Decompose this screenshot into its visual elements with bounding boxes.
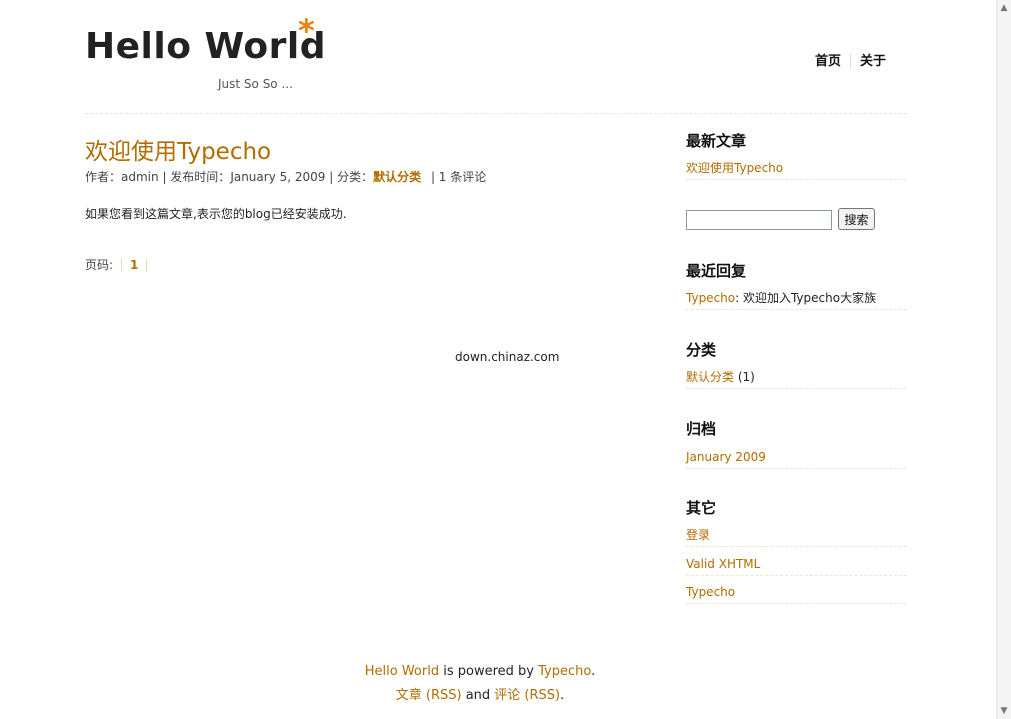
- posts-rss-link[interactable]: 文章 (RSS): [396, 688, 462, 703]
- other-item-login: 登录: [686, 524, 907, 547]
- post-body: 如果您看到这篇文章,表示您的blog已经安装成功.: [85, 207, 347, 221]
- nav-about[interactable]: 关于: [849, 54, 895, 69]
- comment-count[interactable]: | 1 条评论: [427, 170, 486, 184]
- recent-posts-heading: 最新文章: [686, 132, 747, 150]
- archive-item: January 2009: [686, 446, 907, 469]
- other-item-xhtml: Valid XHTML: [686, 553, 907, 576]
- scroll-up-arrow-icon[interactable]: ▲: [999, 2, 1009, 14]
- footer-site-link[interactable]: Hello World: [365, 664, 439, 679]
- page-1-link[interactable]: 1: [121, 258, 148, 272]
- footer-line-2: 文章 (RSS) and 评论 (RSS).: [0, 684, 960, 703]
- recent-comment-item: Typecho: 欢迎加入Typecho大家族: [686, 287, 907, 310]
- logo-asterisk: *: [298, 12, 315, 50]
- footer-typecho-link[interactable]: Typecho: [538, 664, 591, 679]
- main-nav: 首页 关于: [806, 50, 895, 69]
- nav-home[interactable]: 首页: [806, 54, 850, 69]
- recent-post-item: 欢迎使用Typecho: [686, 157, 907, 180]
- pager-label: 页码:: [85, 258, 114, 272]
- footer-period-2: .: [560, 688, 565, 703]
- comments-rss-link[interactable]: 评论 (RSS): [494, 688, 560, 703]
- other-item-typecho: Typecho: [686, 581, 907, 604]
- author-label: 作者：: [85, 170, 122, 184]
- post-category-link[interactable]: 默认分类: [373, 170, 421, 184]
- watermark-text: down.chinaz.com: [455, 350, 560, 364]
- other-heading: 其它: [686, 499, 717, 517]
- recent-post-link[interactable]: 欢迎使用Typecho: [686, 161, 783, 175]
- typecho-link[interactable]: Typecho: [686, 585, 735, 599]
- login-link[interactable]: 登录: [686, 528, 710, 542]
- site-tagline: Just So So ...: [218, 77, 293, 91]
- category-item: 默认分类 (1): [686, 366, 907, 389]
- comment-author-link[interactable]: Typecho: [686, 291, 735, 305]
- categories-heading: 分类: [686, 341, 717, 359]
- search-input[interactable]: [686, 210, 832, 230]
- header-divider: [85, 113, 907, 114]
- comment-text: : 欢迎加入Typecho大家族: [735, 291, 877, 305]
- post-title[interactable]: 欢迎使用Typecho: [85, 132, 271, 166]
- recent-comments-heading: 最近回复: [686, 262, 747, 280]
- vertical-scrollbar[interactable]: ▲ ▼: [996, 0, 1011, 719]
- footer-powered-text: is powered by: [439, 664, 539, 679]
- scroll-down-arrow-icon[interactable]: ▼: [999, 705, 1009, 717]
- category-count: (1): [734, 370, 755, 384]
- valid-xhtml-link[interactable]: Valid XHTML: [686, 557, 760, 571]
- category-link[interactable]: 默认分类: [686, 370, 734, 384]
- pagination: 页码: 1: [85, 256, 148, 273]
- archives-heading: 归档: [686, 420, 717, 438]
- date-label: | 发布时间：: [158, 170, 231, 184]
- site-logo[interactable]: Hello World: [85, 26, 326, 67]
- category-label: | 分类：: [325, 170, 374, 184]
- archive-link[interactable]: January 2009: [686, 450, 766, 464]
- author-link[interactable]: admin: [121, 170, 159, 184]
- post-date: January 5, 2009: [230, 170, 326, 184]
- footer-period: .: [591, 664, 596, 679]
- search-button[interactable]: 搜索: [838, 208, 875, 230]
- footer-and-text: and: [461, 688, 495, 703]
- footer-line-1: Hello World is powered by Typecho.: [0, 664, 960, 679]
- post-meta: 作者：admin | 发布时间：January 5, 2009 | 分类：默认分…: [85, 168, 486, 185]
